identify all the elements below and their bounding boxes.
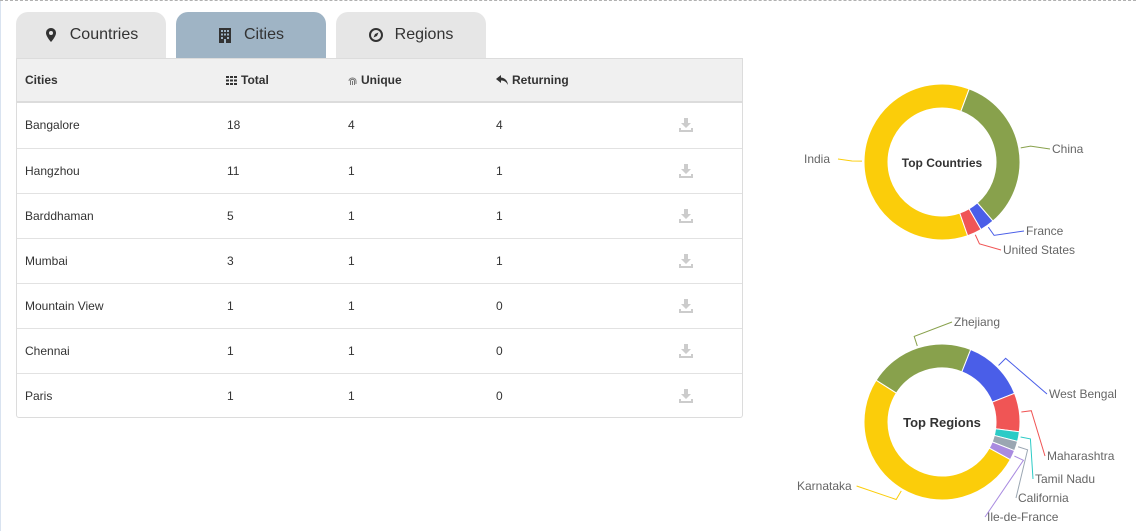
slice-label-west-bengal: West Bengal [1049,387,1117,401]
donut-slice-china[interactable] [960,88,1021,222]
table-row[interactable]: Mumbai 3 1 1 [17,238,742,283]
reply-icon [496,75,508,85]
total-cell: 5 [227,209,234,223]
city-cell: Mumbai [25,254,68,268]
unique-cell: 1 [348,299,355,313]
tab-label: Countries [69,26,139,43]
total-cell: 11 [227,164,240,178]
slice-label-united-states: United States [1003,243,1075,257]
returning-cell: 0 [496,299,503,313]
column-header-total[interactable]: Total [226,59,269,101]
slice-label-france: France [1026,224,1064,238]
download-icon[interactable] [679,239,693,283]
returning-cell: 1 [496,164,503,178]
chart-title: Top Regions [903,415,981,430]
total-cell: 1 [227,299,234,313]
city-cell: Bangalore [25,118,80,132]
left-edge-strip [0,1,1,531]
donut-slice-zhejiang[interactable] [875,343,972,394]
returning-cell: 4 [496,118,503,132]
city-cell: Chennai [25,344,70,358]
table-row[interactable]: Barddhaman 5 1 1 [17,193,742,238]
building-icon [218,27,232,43]
donut-slice-karnataka[interactable] [863,379,1012,501]
returning-cell: 0 [496,389,503,403]
table-row[interactable]: Bangalore 18 4 4 [17,103,742,148]
leader-line-china [1020,145,1051,150]
city-cell: Barddhaman [25,209,94,223]
table-header: Cities Total Unique Returning [17,59,742,103]
top-regions-donut-chart: Karnataka Zhejiang West Bengal Maharashtra T… [797,315,1117,524]
download-icon[interactable] [679,284,693,328]
unique-cell: 1 [348,344,355,358]
tab-cities[interactable]: Cities [176,12,326,58]
donut-slice-west-bengal[interactable] [961,348,1016,403]
table-row[interactable]: Paris 1 1 0 [17,373,742,418]
compass-icon [368,27,383,43]
column-header-returning[interactable]: Returning [496,59,569,101]
total-cell: 3 [227,254,234,268]
top-countries-donut-chart: India China France United States Top Countri… [804,83,1084,257]
download-icon[interactable] [679,374,693,418]
total-cell: 1 [227,389,234,403]
slice-label-ile-de-france: Ile-de-France [987,510,1059,524]
leader-line-karnataka [856,485,902,501]
total-cell: 18 [227,118,241,132]
table-row[interactable]: Hangzhou 11 1 1 [17,148,742,193]
slice-label-karnataka: Karnataka [797,479,852,493]
city-cell: Paris [25,389,53,403]
column-header-unique[interactable]: Unique [348,59,402,101]
column-header-cities[interactable]: Cities [25,59,58,101]
slice-label-zhejiang: Zhejiang [954,315,1000,329]
download-icon[interactable] [679,194,693,238]
unique-cell: 1 [348,164,355,178]
returning-cell: 0 [496,344,503,358]
leader-line-france [987,226,1025,236]
unique-cell: 1 [348,209,355,223]
map-marker-icon [44,27,58,43]
leader-line-united-states [974,234,1002,251]
chart-title: Top Countries [902,156,983,170]
grid-icon [226,75,237,85]
unique-cell: 1 [348,254,355,268]
download-icon[interactable] [679,149,693,193]
returning-cell: 1 [496,254,503,268]
slice-label-maharashtra: Maharashtra [1047,449,1115,463]
fingerprint-icon [348,77,357,85]
tab-label: Regions [394,26,454,43]
returning-cell: 1 [496,209,503,223]
table-row[interactable]: Mountain View 1 1 0 [17,283,742,328]
leader-line-zhejiang [913,321,953,347]
total-cell: 1 [227,344,234,358]
slice-label-california: California [1018,491,1069,505]
slice-label-india: India [804,152,830,166]
tab-regions[interactable]: Regions [336,12,486,58]
leader-line-india [837,158,863,162]
download-icon[interactable] [679,329,693,373]
tab-label: Cities [243,26,284,43]
table-row[interactable]: Chennai 1 1 0 [17,328,742,373]
city-cell: Mountain View [25,299,104,313]
unique-cell: 1 [348,389,355,403]
cities-table: Cities Total Unique Returning Bangalore … [16,58,743,418]
slice-label-china: China [1052,142,1084,156]
download-icon[interactable] [679,103,693,147]
city-cell: Hangzhou [25,164,80,178]
tab-countries[interactable]: Countries [16,12,166,58]
unique-cell: 4 [348,118,355,132]
slice-label-tamil-nadu: Tamil Nadu [1035,472,1095,486]
